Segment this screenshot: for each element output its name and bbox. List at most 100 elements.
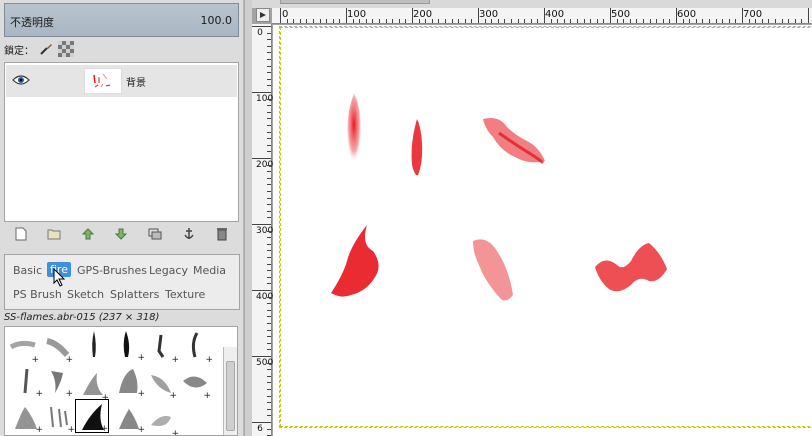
ruler-label: 400: [256, 292, 274, 302]
horizontal-ruler[interactable]: 0 100 200 300 400 500 600 700: [272, 8, 812, 24]
ruler-tick: [267, 210, 271, 212]
ruler-tick: [267, 243, 271, 245]
ruler-tick: [332, 19, 334, 23]
ruler-label: 200: [413, 9, 433, 20]
ruler-tick: [794, 19, 796, 23]
ruler-label: 6: [257, 424, 263, 434]
ruler-tick: [267, 131, 271, 133]
brush-item[interactable]: +: [11, 401, 43, 435]
dock-scrollbar[interactable]: [244, 0, 252, 436]
ruler-tick: [267, 118, 271, 120]
brush-item-selected[interactable]: +: [75, 399, 109, 434]
ruler-tick: [478, 8, 479, 23]
brush-item[interactable]: +: [113, 365, 145, 399]
ruler-tick: [267, 382, 271, 384]
ruler-tick: [530, 19, 532, 23]
brush-item[interactable]: +: [77, 369, 109, 403]
ruler-tick: [252, 422, 271, 423]
ruler-tick: [676, 8, 677, 23]
lock-alpha-icon[interactable]: [58, 41, 74, 57]
delete-layer-icon[interactable]: [215, 227, 229, 241]
quick-mask-corner-button[interactable]: [256, 8, 270, 22]
new-layer-icon[interactable]: [14, 227, 28, 241]
flame-stroke: [467, 233, 523, 310]
brush-item[interactable]: +: [113, 329, 145, 363]
brush-item[interactable]: +: [113, 401, 145, 435]
ruler-tick: [252, 290, 271, 291]
ruler-label: 0: [257, 28, 263, 38]
ruler-tick: [267, 105, 271, 107]
layer-row[interactable]: 背景: [6, 65, 237, 97]
ruler-tick: [267, 349, 271, 351]
flame-stroke: [591, 235, 671, 298]
ruler-tick: [451, 19, 453, 23]
ruler-tick: [267, 39, 271, 41]
ruler-tick: [623, 19, 625, 23]
tag-texture[interactable]: Texture: [165, 288, 205, 301]
brush-grid-scrollbar[interactable]: [223, 347, 237, 435]
ruler-tick: [610, 8, 611, 23]
ruler-tick: [484, 19, 486, 23]
image-tab[interactable]: [280, 0, 430, 4]
tag-media[interactable]: Media: [193, 264, 226, 277]
brush-item[interactable]: +: [147, 405, 179, 435]
layer-buttons-bar: [4, 224, 239, 244]
ruler-tick: [438, 19, 440, 23]
selected-brush-name: SS-flames.abr-015 (237 × 318): [4, 312, 160, 323]
brush-item[interactable]: +: [181, 331, 213, 365]
ruler-tick: [267, 59, 271, 60]
brush-item[interactable]: +: [41, 365, 73, 399]
brush-item[interactable]: +: [145, 367, 177, 401]
ruler-tick: [808, 8, 809, 23]
ruler-tick: [801, 19, 803, 23]
tag-basic[interactable]: Basic: [13, 264, 42, 277]
tag-legacy[interactable]: Legacy: [149, 264, 188, 277]
brush-item[interactable]: [81, 329, 113, 361]
drawing-canvas[interactable]: [273, 25, 812, 436]
layers-list: 背景: [4, 62, 239, 222]
ruler-tick: [682, 19, 684, 23]
ruler-tick: [735, 19, 737, 23]
mouse-cursor-icon: [53, 267, 67, 288]
ruler-tick: [742, 8, 743, 23]
new-layer-group-icon[interactable]: [47, 227, 61, 241]
vertical-ruler[interactable]: 0 100 200 300 400 500 6: [252, 24, 274, 436]
ruler-tick: [252, 26, 271, 27]
lock-pixels-brush-icon[interactable]: [38, 41, 54, 57]
ruler-tick: [570, 19, 572, 23]
ruler-tick: [359, 19, 361, 23]
tag-splatters[interactable]: Splatters: [110, 288, 159, 301]
visibility-eye-icon[interactable]: [12, 73, 30, 87]
scrollbar-thumb[interactable]: [226, 361, 235, 431]
opacity-value: 100.0: [200, 14, 233, 27]
ruler-tick: [629, 19, 631, 23]
brush-item[interactable]: +: [147, 331, 179, 365]
tag-ps-brush[interactable]: PS Brush: [13, 288, 62, 301]
ruler-tick: [418, 19, 420, 23]
ruler-tick: [267, 329, 271, 331]
brush-item[interactable]: +: [11, 365, 43, 399]
ruler-tick: [537, 19, 539, 23]
brush-item[interactable]: +: [179, 367, 211, 401]
tag-sketch[interactable]: Sketch: [67, 288, 104, 301]
ruler-tick: [252, 356, 271, 357]
raise-layer-icon[interactable]: [81, 227, 95, 241]
ruler-tick: [267, 428, 271, 430]
ruler-tick: [715, 19, 717, 23]
ruler-tick: [280, 8, 281, 23]
brush-item[interactable]: +: [43, 401, 75, 435]
anchor-layer-icon[interactable]: [182, 227, 196, 241]
opacity-slider[interactable]: 不透明度 100.0: [4, 3, 239, 37]
brush-item[interactable]: +: [7, 331, 39, 365]
ruler-tick: [702, 19, 704, 23]
brush-item[interactable]: +: [41, 331, 73, 365]
ruler-tick: [267, 32, 271, 34]
lower-layer-icon[interactable]: [114, 227, 128, 241]
duplicate-layer-icon[interactable]: [148, 227, 162, 241]
tag-gps-brushes[interactable]: GPS-Brushes: [77, 264, 147, 277]
ruler-tick: [339, 19, 341, 23]
ruler-tick: [267, 177, 271, 179]
ruler-tick: [326, 19, 328, 23]
ruler-tick: [511, 19, 512, 23]
ruler-tick: [563, 19, 565, 23]
